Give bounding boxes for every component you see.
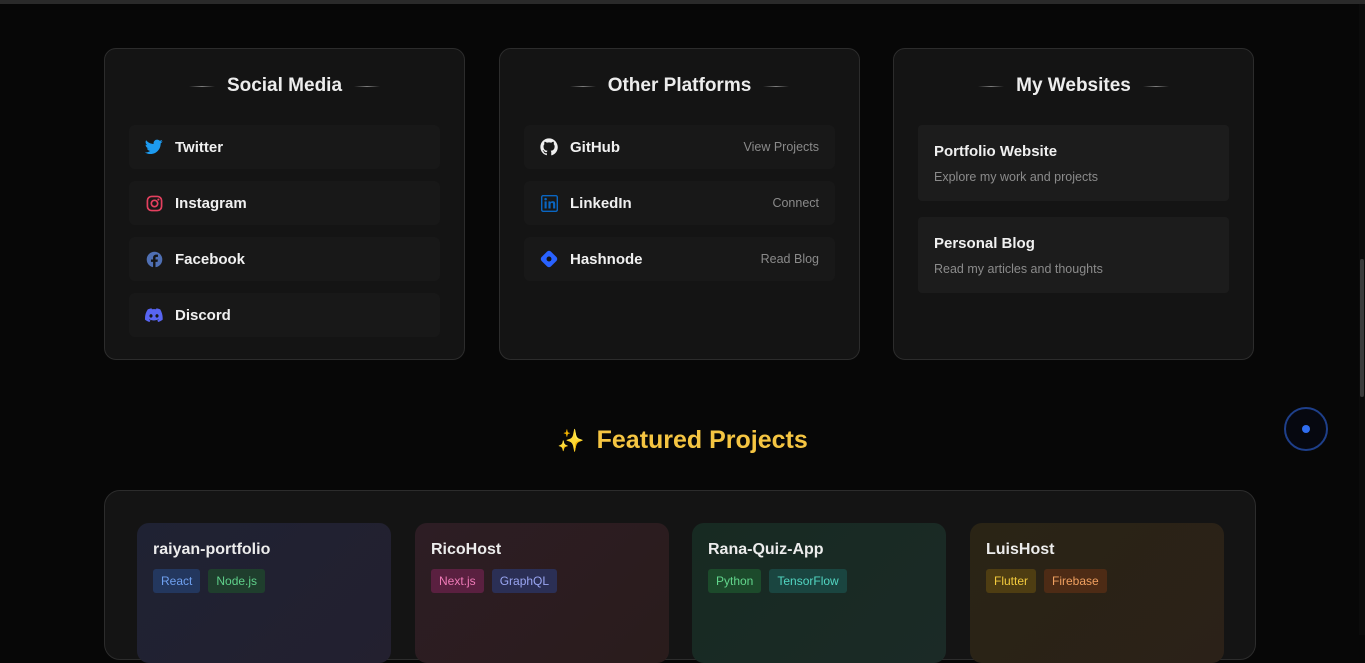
website-link-portfolio[interactable]: Portfolio Website Explore my work and pr…	[918, 125, 1229, 201]
project-tag: Firebase	[1044, 569, 1107, 593]
linkedin-icon	[540, 194, 558, 212]
title-decoration-right	[354, 85, 381, 87]
personal-blog-name: Personal Blog	[934, 235, 1035, 252]
github-hint: View Projects	[743, 140, 820, 154]
github-label: GitHub	[570, 138, 620, 156]
platform-link-hashnode[interactable]: Hashnode Read Blog	[524, 237, 835, 281]
discord-icon	[145, 306, 163, 324]
twitter-label: Twitter	[175, 138, 224, 156]
social-link-discord[interactable]: Discord	[129, 293, 440, 337]
project-name: LuisHost	[986, 541, 1055, 558]
social-media-card: Social Media Twitter Instagram Facebook	[104, 48, 465, 360]
personal-blog-desc: Read my articles and thoughts	[934, 262, 1103, 276]
hashnode-label: Hashnode	[570, 250, 643, 268]
other-platforms-card: Other Platforms GitHub View Projects Lin…	[499, 48, 860, 360]
linkedin-label: LinkedIn	[570, 194, 632, 212]
title-decoration-right	[1142, 85, 1169, 87]
sparkles-icon: ✨	[557, 427, 585, 453]
project-tag: Flutter	[986, 569, 1037, 593]
twitter-icon	[145, 138, 163, 156]
title-decoration-left	[188, 85, 215, 87]
project-tag: TensorFlow	[769, 569, 847, 593]
portfolio-website-desc: Explore my work and projects	[934, 170, 1098, 184]
title-decoration-right	[763, 85, 790, 87]
platform-link-github[interactable]: GitHub View Projects	[524, 125, 835, 169]
my-websites-title: My Websites	[1016, 75, 1131, 96]
other-platforms-title: Other Platforms	[607, 75, 752, 96]
social-link-instagram[interactable]: Instagram	[129, 181, 440, 225]
project-name: Rana-Quiz-App	[708, 541, 824, 558]
instagram-label: Instagram	[175, 194, 247, 212]
project-tag: GraphQL	[491, 569, 558, 593]
facebook-icon	[145, 250, 163, 268]
scrollbar[interactable]	[1359, 4, 1365, 635]
title-decoration-left	[569, 85, 596, 87]
social-media-heading: Social Media	[105, 75, 464, 97]
facebook-label: Facebook	[175, 250, 246, 268]
my-websites-heading: My Websites	[894, 75, 1253, 97]
my-websites-card: My Websites Portfolio Website Explore my…	[893, 48, 1254, 360]
instagram-icon	[145, 194, 163, 212]
project-tag: Python	[708, 569, 762, 593]
scrollbar-thumb[interactable]	[1360, 259, 1364, 397]
linkedin-hint: Connect	[772, 196, 819, 210]
project-card[interactable]: Rana-Quiz-App Python TensorFlow	[692, 523, 946, 663]
social-link-twitter[interactable]: Twitter	[129, 125, 440, 169]
hashnode-icon	[540, 250, 558, 268]
social-media-title: Social Media	[226, 75, 343, 96]
other-platforms-heading: Other Platforms	[500, 75, 859, 97]
floating-cursor-button[interactable]	[1284, 407, 1328, 451]
project-name: raiyan-portfolio	[153, 541, 271, 558]
project-tag: Node.js	[208, 569, 266, 593]
dot-icon	[1302, 425, 1310, 433]
featured-projects-title: Featured Projects	[596, 426, 808, 454]
title-decoration-left	[978, 85, 1005, 87]
project-card[interactable]: LuisHost Flutter Firebase	[970, 523, 1224, 663]
website-link-blog[interactable]: Personal Blog Read my articles and thoug…	[918, 217, 1229, 293]
project-card[interactable]: RicoHost Next.js GraphQL	[415, 523, 669, 663]
social-link-facebook[interactable]: Facebook	[129, 237, 440, 281]
hashnode-hint: Read Blog	[760, 252, 819, 266]
project-name: RicoHost	[431, 541, 502, 558]
project-tag: React	[153, 569, 201, 593]
github-icon	[540, 138, 558, 156]
platform-link-linkedin[interactable]: LinkedIn Connect	[524, 181, 835, 225]
portfolio-website-name: Portfolio Website	[934, 143, 1058, 160]
featured-projects-heading: ✨ Featured Projects	[0, 426, 1365, 455]
project-card[interactable]: raiyan-portfolio React Node.js	[137, 523, 391, 663]
project-tag: Next.js	[431, 569, 484, 593]
browser-top-edge	[0, 0, 1365, 4]
discord-label: Discord	[175, 306, 231, 324]
